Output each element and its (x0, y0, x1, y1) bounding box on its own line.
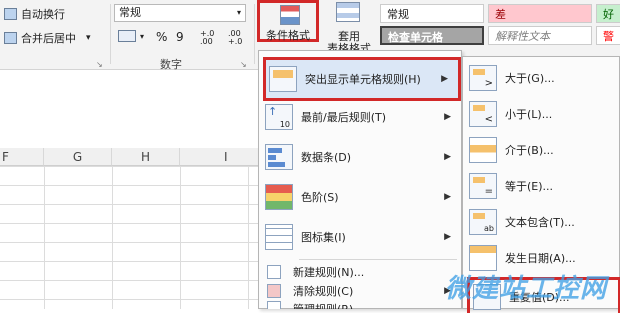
icon-sets-icon (265, 224, 293, 250)
style-normal[interactable]: 常规 (380, 4, 484, 23)
style-warning[interactable]: 警 (596, 26, 620, 45)
menu-item-icon-sets[interactable]: 图标集(I) ▶ (259, 219, 461, 255)
chevron-down-icon: ▾ (140, 31, 145, 41)
submenu-arrow-icon: ▶ (441, 74, 448, 84)
menu-item-top-bottom[interactable]: ↑ 10 最前/最后规则(T) ▶ (259, 99, 461, 135)
menu-separator (299, 259, 457, 260)
number-format-select[interactable]: 常规 ▾ (114, 4, 246, 22)
wrap-text-icon (4, 8, 17, 20)
text-contains-icon: ab (469, 209, 497, 235)
submenu-arrow-icon: ▶ (444, 192, 451, 202)
wrap-text-button[interactable]: 自动换行 (4, 6, 65, 22)
highlight-cells-icon (269, 66, 297, 92)
dialog-launcher-icon[interactable]: ↘ (240, 60, 247, 69)
decrease-decimal-button[interactable]: .00 +.0 (228, 30, 254, 46)
between-icon (469, 137, 497, 163)
separator (254, 4, 255, 64)
conditional-format-icon (280, 5, 300, 25)
column-header[interactable]: F (0, 148, 44, 166)
dialog-launcher-icon[interactable]: ↘ (96, 60, 103, 69)
currency-icon (118, 30, 136, 42)
column-header[interactable]: I (180, 148, 260, 166)
formula-area (0, 70, 260, 148)
increase-decimal-button[interactable]: +.0 .00 (200, 30, 226, 46)
menu-item-clear-rules[interactable]: 清除规则(C) ▶ (259, 282, 461, 300)
separator (110, 4, 111, 64)
menu-item-less-than[interactable]: < 小于(L)... (463, 97, 619, 131)
submenu-arrow-icon: ▶ (444, 152, 451, 162)
submenu-arrow-icon: ▶ (444, 232, 451, 242)
menu-item-new-rule[interactable]: 新建规则(N)... (259, 263, 461, 281)
menu-item-manage-rules[interactable]: 管理规则(R)... (259, 301, 461, 309)
style-check-cell[interactable]: 检查单元格 (380, 26, 484, 45)
clear-rules-icon (267, 284, 281, 298)
merge-center-button[interactable]: 合并后居中 ▾ (4, 30, 91, 46)
top-bottom-icon: ↑ 10 (265, 104, 293, 130)
column-header[interactable]: H (112, 148, 180, 166)
chevron-down-icon: ▾ (236, 8, 241, 17)
style-good[interactable]: 好 (596, 4, 620, 23)
new-rule-icon (267, 265, 281, 279)
equal-to-icon: = (469, 173, 497, 199)
color-scales-icon (265, 184, 293, 210)
submenu-arrow-icon: ▶ (444, 112, 451, 122)
currency-button[interactable]: ▾ (118, 30, 144, 42)
manage-rules-icon (267, 301, 281, 309)
table-format-icon (336, 2, 360, 22)
menu-item-greater-than[interactable]: > 大于(G)... (463, 61, 619, 95)
cell-grid[interactable] (0, 166, 260, 309)
greater-than-icon: > (469, 65, 497, 91)
watermark: 微建站工控网 (445, 274, 608, 304)
menu-item-equal-to[interactable]: = 等于(E)... (463, 169, 619, 203)
menu-item-highlight-rules[interactable]: 突出显示单元格规则(H) ▶ (263, 57, 461, 101)
conditional-format-button[interactable]: 条件格式 (257, 0, 319, 42)
format-as-table-button[interactable]: 套用 表格格式 (324, 0, 374, 55)
menu-item-text-contains[interactable]: ab 文本包含(T)... (463, 205, 619, 239)
less-than-icon: < (469, 101, 497, 127)
comma-button[interactable]: 9 (176, 30, 184, 44)
style-bad[interactable]: 差 (488, 4, 592, 23)
menu-item-data-bars[interactable]: 数据条(D) ▶ (259, 139, 461, 175)
merge-center-icon (4, 32, 17, 44)
menu-item-color-scales[interactable]: 色阶(S) ▶ (259, 179, 461, 215)
percent-button[interactable]: % (156, 30, 167, 44)
chevron-down-icon[interactable]: ▾ (86, 33, 91, 43)
style-explanatory[interactable]: 解释性文本 (488, 26, 592, 45)
menu-item-between[interactable]: 介于(B)... (463, 133, 619, 167)
column-header[interactable]: G (44, 148, 112, 166)
conditional-format-menu: 突出显示单元格规则(H) ▶ ↑ 10 最前/最后规则(T) ▶ 数据条(D) … (258, 50, 462, 309)
data-bars-icon (265, 144, 293, 170)
conditional-format-label: 条件格式 (266, 29, 310, 42)
